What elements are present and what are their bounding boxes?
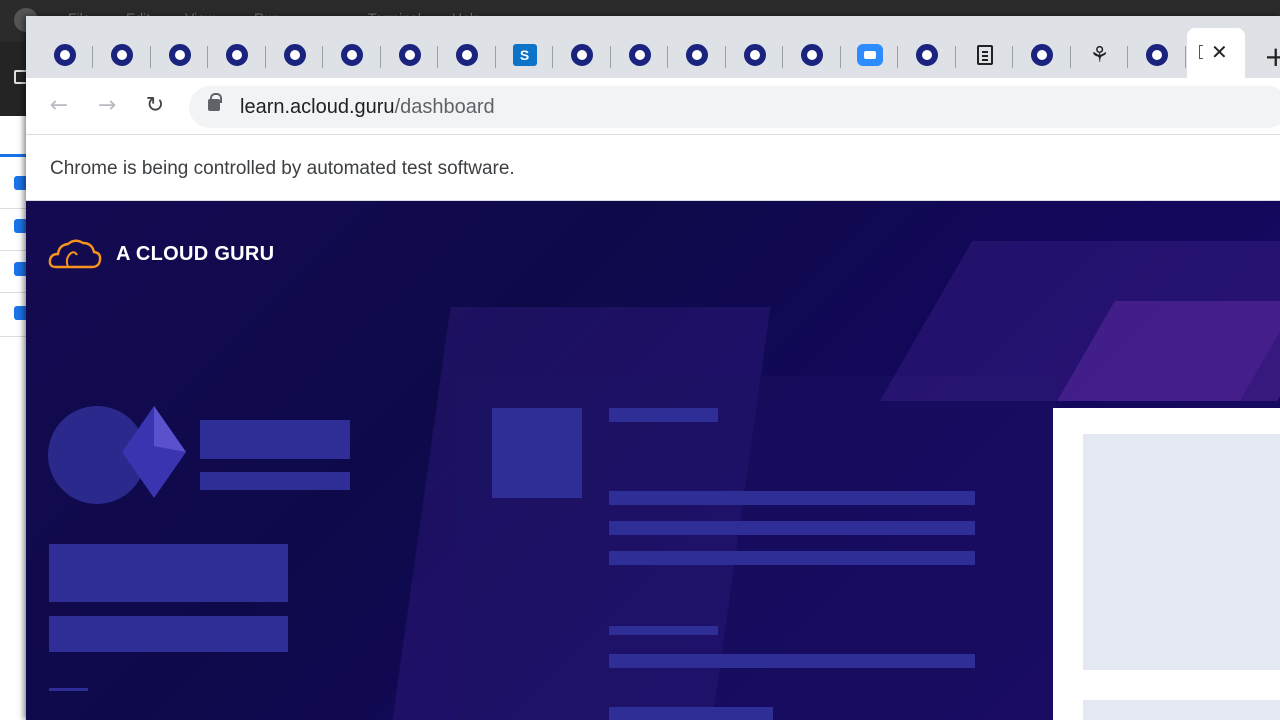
heading-placeholder <box>609 408 718 422</box>
text-line-placeholder <box>609 491 975 505</box>
new-tab-button[interactable]: + <box>1264 40 1280 73</box>
zoom-icon <box>856 44 883 66</box>
browser-tab[interactable] <box>554 38 611 72</box>
browser-tab[interactable] <box>611 38 668 72</box>
brand-name: A CLOUD GURU <box>116 242 275 265</box>
ring-icon <box>226 44 248 66</box>
ring-icon <box>111 44 133 66</box>
toolbar: ← → ↻ learn.acloud.guru/dashboard <box>26 78 1280 134</box>
browser-tab[interactable] <box>784 38 841 72</box>
ring-icon <box>686 44 708 66</box>
secure-lock-icon[interactable] <box>208 93 222 111</box>
url-path: /dashboard <box>394 96 495 118</box>
url-text[interactable]: learn.acloud.guru/dashboard <box>240 96 495 119</box>
browser-tab[interactable] <box>381 38 438 72</box>
page-content: A CLOUD GURU <box>26 201 1280 720</box>
subtitle-placeholder <box>200 472 350 490</box>
browser-tab[interactable] <box>956 38 1013 72</box>
ring-icon <box>398 44 421 66</box>
active-tab[interactable]: ✕ <box>1187 28 1245 78</box>
browser-tab[interactable] <box>266 38 323 72</box>
browser-tab[interactable] <box>1014 38 1071 72</box>
reader-icon <box>976 45 993 65</box>
tab-strip: S ⚘ <box>26 16 1280 78</box>
browser-tab[interactable] <box>669 38 726 72</box>
back-button[interactable]: ← <box>45 92 73 120</box>
browser-tab[interactable]: ⚘ <box>1071 38 1128 72</box>
ring-icon <box>341 44 363 66</box>
browser-tab[interactable] <box>36 38 93 72</box>
close-tab-icon[interactable]: ✕ <box>1211 40 1228 64</box>
card-image-placeholder <box>1083 434 1280 670</box>
thumbnail-placeholder <box>492 408 582 498</box>
line-placeholder <box>49 688 88 691</box>
ring-icon <box>53 44 76 66</box>
brand-logo[interactable]: A CLOUD GURU <box>48 237 274 271</box>
ring-icon <box>628 44 651 66</box>
reload-button[interactable]: ↻ <box>141 92 169 120</box>
ring-icon <box>456 44 478 66</box>
browser-tab[interactable] <box>899 38 956 72</box>
forward-button[interactable]: → <box>93 92 121 120</box>
browser-tab[interactable] <box>209 38 266 72</box>
tree-icon: ⚘ <box>1089 42 1110 67</box>
address-bar[interactable]: learn.acloud.guru/dashboard <box>189 86 1280 128</box>
browser-tab[interactable] <box>94 38 151 72</box>
sharepoint-icon: S <box>512 44 537 66</box>
ring-icon <box>1031 44 1053 66</box>
infobar-message: Chrome is being controlled by automated … <box>50 158 515 179</box>
tab-separator <box>1184 46 1186 68</box>
automation-infobar: Chrome is being controlled by automated … <box>26 134 1280 201</box>
button-placeholder <box>49 544 288 602</box>
heading-placeholder <box>609 626 718 635</box>
url-host: learn.acloud.guru <box>240 96 395 118</box>
ring-icon <box>916 44 938 66</box>
cloud-logo-icon <box>48 239 102 269</box>
browser-tab[interactable] <box>726 38 783 72</box>
browser-tab[interactable] <box>324 38 381 72</box>
side-card-placeholder <box>1053 408 1280 720</box>
ring-icon <box>168 44 191 66</box>
button-placeholder <box>49 616 288 652</box>
ring-icon <box>571 44 593 66</box>
title-placeholder <box>200 420 350 459</box>
ring-icon <box>801 44 823 66</box>
browser-tab[interactable] <box>151 38 208 72</box>
text-line-placeholder <box>609 707 773 720</box>
browser-window: S ⚘ ✕ + ← → ↻ learn.acloud.guru/dashboard… <box>26 16 1280 720</box>
ring-icon <box>1146 44 1168 66</box>
card-line-placeholder <box>1083 700 1280 720</box>
browser-tab[interactable]: S <box>496 38 553 72</box>
text-line-placeholder <box>609 551 975 565</box>
browser-tab[interactable] <box>841 38 898 72</box>
diamond-placeholder <box>122 406 186 498</box>
page-icon <box>1199 45 1203 59</box>
browser-tab[interactable] <box>1129 38 1186 72</box>
ring-icon <box>743 44 766 66</box>
ring-icon <box>283 44 306 66</box>
text-line-placeholder <box>609 521 975 535</box>
text-line-placeholder <box>609 654 975 668</box>
browser-tab[interactable] <box>439 38 496 72</box>
